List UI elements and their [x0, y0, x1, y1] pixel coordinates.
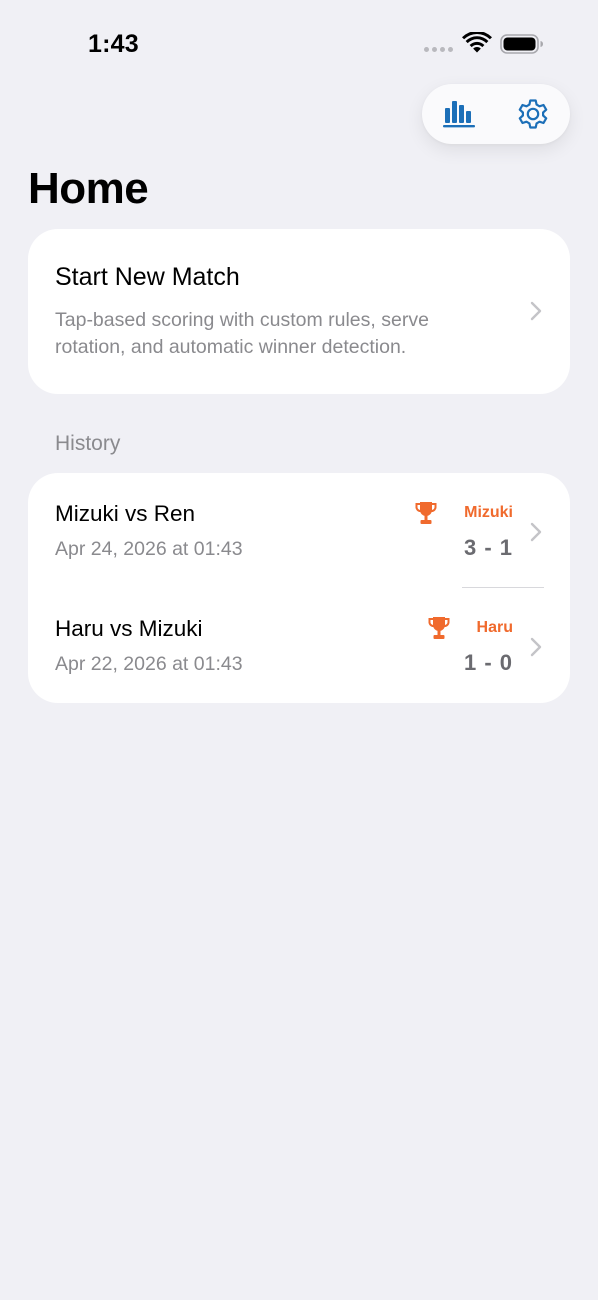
trophy-icon — [428, 617, 450, 639]
chevron-right-icon — [530, 637, 542, 657]
status-time: 1:43 — [88, 30, 139, 58]
history-row[interactable]: Mizuki vs Ren Apr 24, 2026 at 01:43 Mizu… — [28, 473, 570, 588]
start-new-match-title: Start New Match — [55, 263, 240, 291]
winner-block: Haru 1 - 0 — [428, 614, 513, 680]
match-date: Apr 22, 2026 at 01:43 — [55, 653, 243, 675]
winner-block: Mizuki 3 - 1 — [415, 499, 513, 565]
history-row[interactable]: Haru vs Mizuki Apr 22, 2026 at 01:43 Har… — [28, 588, 570, 703]
history-list: Mizuki vs Ren Apr 24, 2026 at 01:43 Mizu… — [28, 473, 570, 703]
chevron-right-icon — [530, 522, 542, 542]
match-name: Haru vs Mizuki — [55, 616, 203, 641]
trophy-icon — [415, 502, 437, 524]
start-new-match-card[interactable]: Start New Match Tap-based scoring with c… — [28, 229, 570, 394]
gear-icon — [518, 99, 548, 129]
winner-name: Haru — [476, 619, 513, 636]
winner-name: Mizuki — [464, 504, 513, 521]
history-section-header: History — [55, 432, 121, 455]
cellular-signal-icon — [424, 47, 454, 53]
page-title: Home — [28, 164, 149, 213]
toolbar — [422, 84, 570, 144]
wifi-icon — [462, 32, 492, 53]
battery-icon — [500, 34, 543, 54]
stats-button[interactable] — [422, 84, 496, 144]
chevron-right-icon — [530, 301, 542, 321]
match-name: Mizuki vs Ren — [55, 501, 196, 526]
match-score: 1 - 0 — [463, 650, 513, 675]
status-bar: 1:43 — [0, 0, 598, 90]
settings-button[interactable] — [496, 84, 570, 144]
match-score: 3 - 1 — [463, 535, 513, 560]
start-new-match-description: Tap-based scoring with custom rules, ser… — [55, 309, 429, 358]
bar-chart-icon — [443, 101, 475, 128]
match-date: Apr 24, 2026 at 01:43 — [55, 538, 243, 560]
